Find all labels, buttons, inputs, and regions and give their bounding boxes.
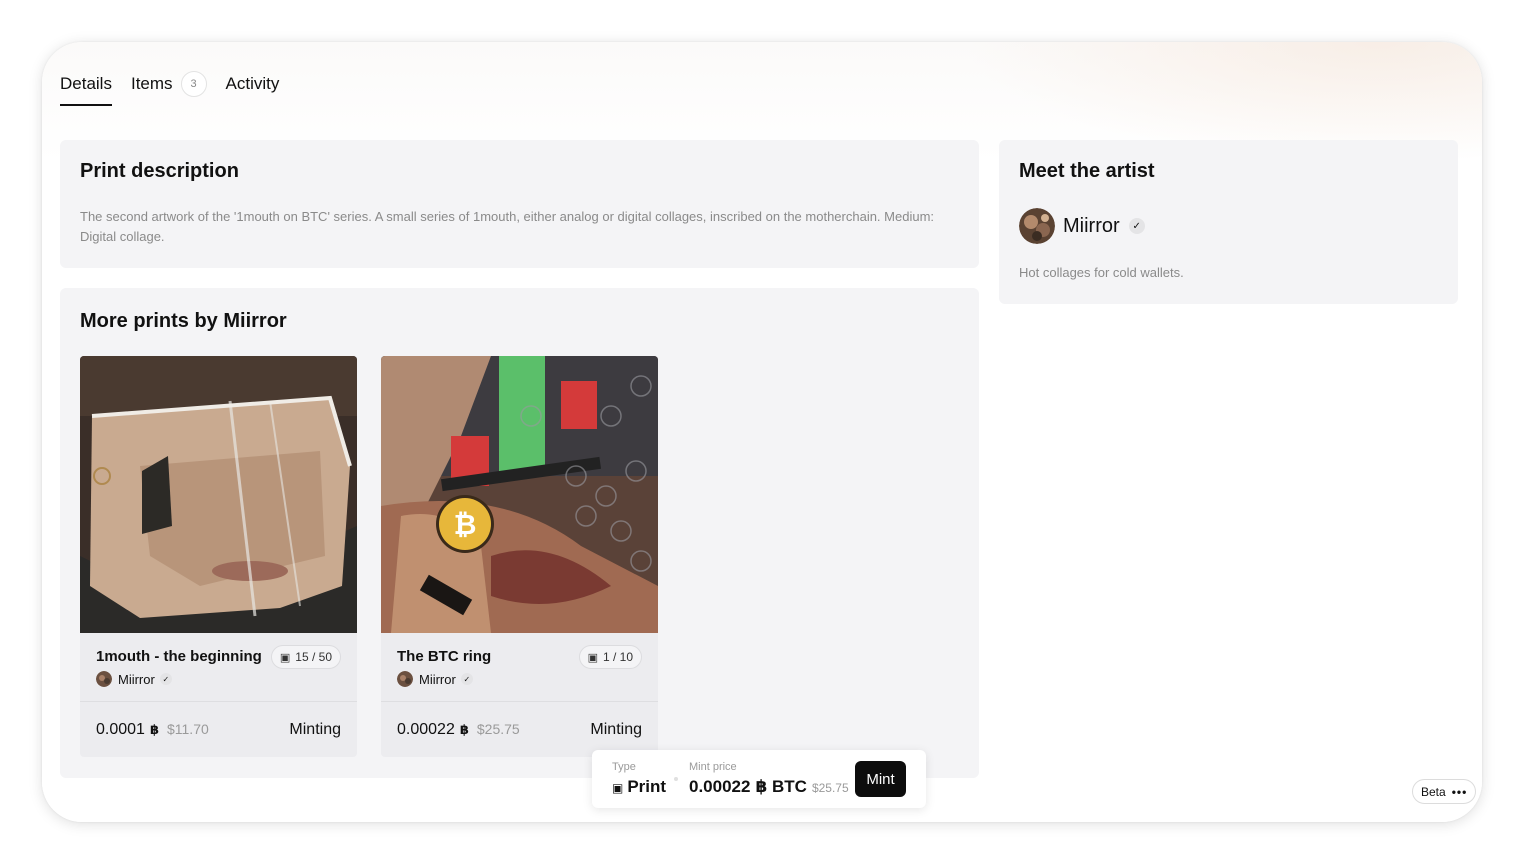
type-label: Type: [612, 761, 636, 773]
print-artwork-image: [80, 356, 357, 633]
print-price: 0.0001 ฿ $11.70: [96, 721, 209, 739]
print-artist-name: Miirror: [419, 671, 456, 687]
divider: [381, 701, 658, 702]
mint-price-value: 0.00022 ฿ BTC $25.75: [689, 777, 849, 797]
mint-price-amount: 0.00022: [689, 777, 751, 796]
mint-price-usd: $25.75: [811, 781, 849, 795]
meet-artist-card: Meet the artist Miirror ✓ Hot collages f…: [999, 140, 1458, 304]
edition-badge: ▣ 1 / 10: [578, 645, 642, 669]
check-badge-icon: ✓: [1128, 218, 1145, 234]
artist-name: Miirror: [1063, 214, 1120, 237]
separator-dot: [674, 777, 678, 781]
check-badge-icon: ✓: [460, 673, 473, 685]
prints-stack-icon: ▣: [587, 651, 598, 664]
meet-artist-title: Meet the artist: [1019, 160, 1155, 182]
tab-items[interactable]: Items 3: [131, 68, 207, 100]
print-price: 0.00022 ฿ $25.75: [397, 721, 520, 739]
print-card[interactable]: 1mouth - the beginning ▣ 15 / 50 Miirror…: [80, 356, 357, 757]
artist-bio: Hot collages for cold wallets.: [1019, 265, 1184, 280]
tab-bar: Details Items 3 Activity: [60, 68, 298, 106]
print-artist-name: Miirror: [118, 671, 155, 687]
mint-price-label: Mint price: [689, 761, 737, 773]
print-description-card: Print description The second artwork of …: [60, 140, 979, 268]
print-name: The BTC ring: [397, 648, 492, 665]
print-price-usd: $11.70: [166, 721, 209, 737]
prints-stack-icon: ▣: [279, 651, 291, 664]
prints-stack-icon: ▣: [612, 781, 624, 795]
mint-bar: Type ▣ Print Mint price 0.00022 ฿ BTC $2…: [592, 750, 926, 808]
type-value: ▣ Print: [612, 777, 666, 797]
beta-label: Beta: [1421, 784, 1446, 799]
svg-text:₿: ₿: [454, 508, 477, 541]
print-artist[interactable]: Miirror ✓: [397, 671, 473, 687]
btc-icon: ฿: [459, 722, 469, 737]
tab-activity-label: Activity: [225, 74, 280, 93]
mint-button[interactable]: Mint: [855, 761, 906, 797]
tab-details[interactable]: Details: [60, 68, 112, 106]
edition-badge: ▣ 15 / 50: [270, 645, 341, 669]
edition-count: 1 / 10: [602, 650, 633, 664]
print-artist[interactable]: Miirror ✓: [96, 671, 172, 687]
print-status: Minting: [289, 721, 341, 738]
btc-icon: ฿: [149, 722, 159, 737]
artist-avatar: [397, 671, 413, 687]
artist-avatar: [96, 671, 112, 687]
artist-avatar: [1019, 208, 1055, 244]
items-count-badge: 3: [180, 71, 207, 97]
print-price-value: 0.0001: [96, 721, 145, 738]
print-price-value: 0.00022: [397, 721, 455, 738]
print-status: Minting: [590, 721, 642, 738]
check-badge-icon: ✓: [159, 673, 172, 685]
more-dots-icon: •••: [1451, 784, 1468, 799]
main-window: Details Items 3 Activity Print descripti…: [42, 42, 1482, 822]
tab-items-label: Items: [130, 74, 173, 93]
print-artwork-image: ₿: [381, 356, 658, 633]
tab-details-label: Details: [60, 74, 112, 93]
print-description-text: The second artwork of the '1mouth on BTC…: [80, 209, 935, 244]
divider: [80, 701, 357, 702]
print-card[interactable]: ₿ The BTC ring ▣ 1 / 10 Miirror ✓ 0.0002…: [381, 356, 658, 757]
beta-menu-button[interactable]: Beta •••: [1412, 779, 1477, 804]
more-prints-title: More prints by Miirror: [80, 310, 287, 332]
artist-profile-link[interactable]: Miirror ✓: [1019, 208, 1145, 244]
tab-activity[interactable]: Activity: [226, 68, 280, 100]
print-name: 1mouth - the beginning: [96, 648, 262, 665]
print-description-title: Print description: [80, 160, 239, 182]
edition-count: 15 / 50: [295, 650, 332, 664]
mint-price-unit: ฿ BTC: [755, 777, 807, 796]
more-prints-card: More prints by Miirror 1mouth - the begi…: [60, 288, 979, 778]
print-price-usd: $25.75: [476, 721, 520, 737]
type-value-text: Print: [627, 777, 667, 796]
